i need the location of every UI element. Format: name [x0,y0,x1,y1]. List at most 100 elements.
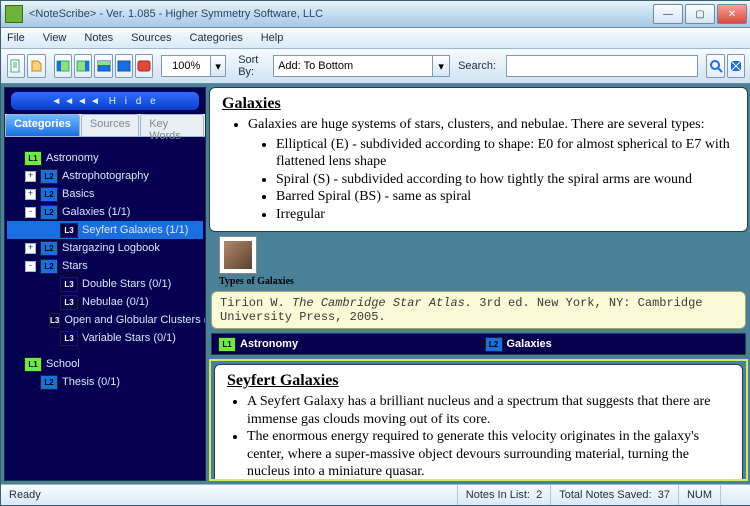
level-badge-l1: L1 [218,337,236,352]
level-badge: L2 [40,375,58,390]
level-badge: L2 [40,259,58,274]
layout-3-button[interactable] [94,54,112,78]
tree-label: Astronomy [46,152,99,164]
menu-categories[interactable]: Categories [190,32,243,44]
titlebar: <NoteScribe> - Ver. 1.085 - Higher Symme… [1,1,750,28]
layout-2-button[interactable] [74,54,92,78]
citation-title: The Cambridge Star Atlas. [292,296,472,310]
menu-file[interactable]: File [7,32,25,44]
note-bullet: The massive object at the center is esti… [247,481,730,482]
tree-label: Seyfert Galaxies (1/1) [82,224,188,236]
sidebar-tabs: Categories Sources Key Words [5,114,205,137]
note-card-seyfert[interactable]: Seyfert Galaxies A Seyfert Galaxy has a … [214,364,743,481]
collapse-icon[interactable]: - [25,261,36,272]
maximize-button[interactable]: ▢ [685,4,715,24]
layout-4-button[interactable] [115,54,133,78]
level-badge: L1 [24,357,42,372]
attachment-thumb[interactable]: Types of Galaxies [209,236,748,287]
thumb-caption: Types of Galaxies [219,276,294,287]
window-title: <NoteScribe> - Ver. 1.085 - Higher Symme… [29,8,323,20]
breadcrumb-bar: L1Astronomy L2Galaxies [211,333,746,355]
crumb-galaxies[interactable]: L2Galaxies [479,334,746,354]
sortby-dropdown[interactable]: ▾ [433,55,450,77]
search-input[interactable] [506,55,698,77]
menu-help[interactable]: Help [261,32,284,44]
level-badge: L3 [60,223,78,238]
menu-notes[interactable]: Notes [84,32,113,44]
minimize-button[interactable]: — [653,4,683,24]
note2-title: Seyfert Galaxies [227,371,730,391]
tree-node[interactable]: + L2 Basics [7,185,203,203]
note-intro: Galaxies are huge systems of stars, clus… [248,117,705,132]
expand-icon[interactable]: + [25,171,36,182]
zoom-dropdown[interactable]: ▾ [211,55,226,77]
menu-view[interactable]: View [43,32,67,44]
level-badge: L2 [40,187,58,202]
toolbar-button-2[interactable] [27,54,45,78]
tab-categories[interactable]: Categories [5,114,80,136]
menubar: File View Notes Sources Categories Help [1,28,750,49]
hide-sidebar-button[interactable]: ◄◄◄◄ H i d e [11,92,199,110]
app-icon [5,5,23,23]
tree-node[interactable]: L2Thesis (0/1) [7,373,203,391]
tree-spacer [45,280,56,289]
search-button[interactable] [706,54,724,78]
sidebar: ◄◄◄◄ H i d e Categories Sources Key Word… [4,87,206,481]
level-badge-l2: L2 [485,337,503,352]
tree-label: Astrophotography [62,170,149,182]
note-bullet: Elliptical (E) - subdivided according to… [276,136,735,171]
level-badge: L1 [24,151,42,166]
tree-node[interactable]: L1 School [7,355,203,373]
tree-spacer [25,378,36,387]
tree-spacer [9,360,20,369]
note-card-galaxies[interactable]: Galaxies Galaxies are huge systems of st… [209,87,748,232]
tree-node[interactable]: -L2Stars [7,257,203,275]
citation-author: Tirion W. [220,296,292,310]
sortby-value[interactable]: Add: To Bottom [273,55,433,77]
main-pane: Galaxies Galaxies are huge systems of st… [209,87,748,481]
collapse-icon[interactable]: - [25,207,36,218]
expand-icon[interactable]: + [25,189,36,200]
level-badge: L3 [60,331,78,346]
tree-spacer [9,154,20,163]
crumb-astronomy[interactable]: L1Astronomy [212,334,479,354]
level-badge: L3 [60,295,78,310]
zoom-value[interactable]: 100% [161,55,211,77]
note-bullet: A Seyfert Galaxy has a brilliant nucleus… [247,393,730,428]
status-num: NUM [678,485,720,505]
tree-label: Variable Stars (0/1) [82,332,176,344]
menu-sources[interactable]: Sources [131,32,171,44]
tab-keywords[interactable]: Key Words [140,114,204,136]
thumb-image[interactable] [219,236,257,274]
tree-node[interactable]: +L2Astrophotography [7,167,203,185]
note-bullet: The enormous energy required to generate… [247,428,730,481]
toolbar: 100% ▾ Sort By: Add: To Bottom ▾ Search: [1,49,750,84]
category-tree[interactable]: L1Astronomy+L2Astrophotography+L2Basics-… [5,137,205,480]
tree-node[interactable]: L3 Variable Stars (0/1) [7,329,203,347]
tree-node[interactable]: L1 Astronomy [7,149,203,167]
tree-label: School [46,358,80,370]
tree-node[interactable]: -L2Galaxies (1/1) [7,203,203,221]
tree-node[interactable]: L3Double Stars (0/1) [7,275,203,293]
new-note-button[interactable] [7,54,25,78]
status-notes-in-list: Notes In List: 2 [457,485,550,505]
note-bullet: Irregular [276,206,735,224]
level-badge: L2 [40,241,58,256]
tab-sources[interactable]: Sources [81,114,139,136]
citation-bar[interactable]: Tirion W. The Cambridge Star Atlas. 3rd … [211,291,746,329]
level-badge: L2 [40,205,58,220]
note-bullet: Spiral (S) - subdivided according to how… [276,171,735,189]
expand-icon[interactable]: + [25,243,36,254]
tree-spacer [45,334,56,343]
tree-node[interactable]: +L2Stargazing Logbook [7,239,203,257]
tree-label: Basics [62,188,94,200]
search-label: Search: [458,60,496,72]
tree-node[interactable]: L3Nebulae (0/1) [7,293,203,311]
close-button[interactable]: ✕ [717,4,747,24]
tree-node[interactable]: L3Open and Globular Clusters (0/1) [7,311,203,329]
toolbar-red-button[interactable] [135,54,153,78]
tree-node[interactable]: L3 Seyfert Galaxies (1/1) [7,221,203,239]
layout-1-button[interactable] [54,54,72,78]
toolbar-last-button[interactable] [727,54,745,78]
resize-grip[interactable] [720,485,750,505]
